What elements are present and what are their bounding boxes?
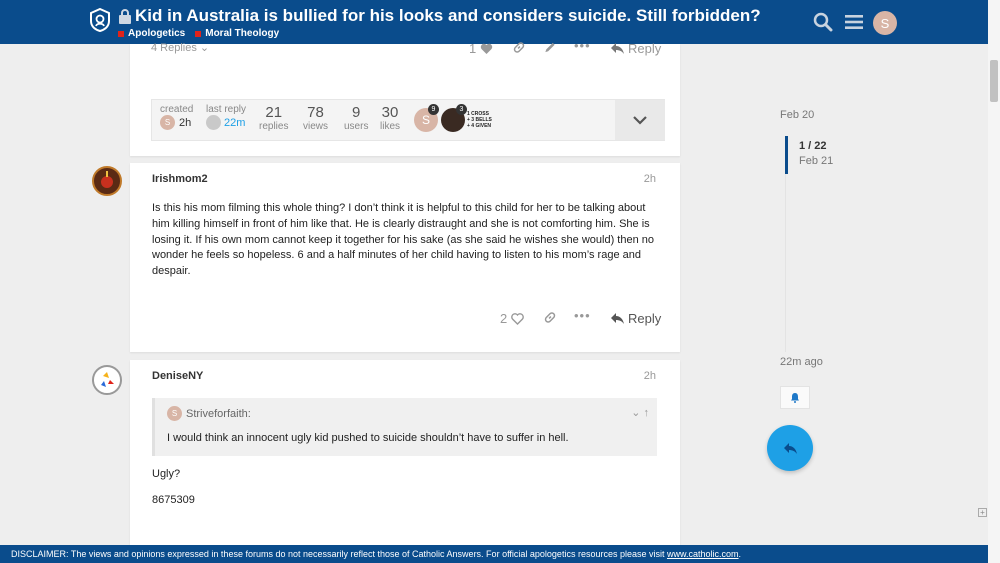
category-badge-moral-theology[interactable]: Moral Theology [195,28,279,39]
hamburger-menu-icon[interactable] [844,12,864,32]
stat-number: 30 [381,104,399,121]
like-button[interactable]: 2 [500,311,525,326]
chevron-down-icon [633,115,647,125]
heart-outline-icon [511,312,525,325]
post-age[interactable]: 2h [644,370,656,382]
last-replier-avatar [206,115,221,130]
stat-users: 9 users [344,104,368,132]
disclaimer-text: DISCLAIMER: The views and opinions expre… [11,549,665,559]
created-time: 2h [179,116,192,129]
topic-title[interactable]: Kid in Australia is bullied for his look… [135,6,761,26]
link-icon[interactable] [543,311,557,324]
creator-avatar[interactable]: S [160,115,175,130]
last-reply-info[interactable]: last reply 22m [206,104,246,130]
post-card: Irishmom2 2h Is this his mom filming thi… [130,163,680,352]
more-options-icon[interactable]: ••• [574,38,591,53]
bell-icon [791,393,799,403]
replies-toggle[interactable]: 4 Replies ⌄ [151,41,209,54]
post-username[interactable]: DeniseNY [152,370,203,382]
post-count-badge: 3 [456,104,467,115]
category-badge-apologetics[interactable]: Apologetics [118,28,185,39]
stat-replies: 21 replies [259,104,288,132]
post-avatar-deniseny[interactable] [92,365,122,395]
post-body: Is this his mom filming this whole thing… [152,202,654,278]
reply-button[interactable]: Reply [611,41,661,56]
reply-button[interactable]: Reply [611,311,661,326]
timeline-position: 1 / 22 [799,140,827,152]
post-card: DeniseNY 2h S Striveforfaith: ⌄ ↑ I woul… [130,360,680,550]
reply-label: Reply [628,41,662,56]
stat-label: likes [380,121,401,132]
quote-jump-up-icon[interactable]: ↑ [644,407,650,419]
stat-label: replies [259,121,289,132]
post-card: 4 Replies ⌄ 1 ••• Reply created S 2h last… [130,38,680,156]
quote-controls: ⌄ ↑ [631,406,649,419]
more-options-icon[interactable]: ••• [574,308,591,323]
quote-header: S Striveforfaith: [167,406,251,421]
reply-arrow-icon [611,313,624,324]
disclaimer-footer: DISCLAIMER: The views and opinions expre… [0,545,988,563]
catholic-link[interactable]: www.catholic.com [667,549,739,559]
notification-bell-button[interactable] [780,386,810,409]
steelers-logo-icon [101,372,114,387]
edit-icon[interactable] [543,41,557,54]
stat-number: 78 [307,104,324,121]
reply-arrow-icon [783,442,797,454]
badge-line: + 4 GIVEN [467,123,492,129]
stat-number: 9 [352,104,361,121]
search-icon[interactable] [813,12,833,32]
timeline-handle[interactable] [785,136,788,174]
reply-fab-button[interactable] [767,425,813,471]
quote-author: Striveforfaith: [186,407,251,420]
like-count: 1 [469,41,477,56]
post-text-line: 8675309 [152,494,195,506]
post-avatar-irishmom2[interactable] [92,166,122,196]
timeline-start-date[interactable]: Feb 20 [780,109,814,121]
page-scrollbar[interactable] [988,0,1000,563]
expand-topic-map-button[interactable] [615,100,665,140]
participant-badge-text: 1 CROSS + 3 BELLS + 4 GIVEN [467,111,492,129]
link-icon[interactable] [512,41,526,54]
user-avatar[interactable]: S [873,11,897,35]
post-age[interactable]: 2h [644,173,656,185]
category-color-square [118,30,124,37]
post-text-line: Ugly? [152,468,181,480]
lock-icon [119,9,131,24]
timeline-last-activity[interactable]: 22m ago [780,356,823,368]
like-count: 2 [500,311,508,326]
stat-label: views [303,121,329,132]
quote-expand-icon[interactable]: ⌄ [631,407,640,419]
like-button[interactable]: 1 [469,41,493,56]
quote-author-avatar[interactable]: S [167,406,182,421]
site-logo-icon[interactable] [90,8,110,32]
stat-views: 78 views [303,104,328,132]
category-color-square [195,30,202,37]
last-reply-time: 22m [224,116,246,129]
scrollbar-thumb[interactable] [990,60,998,102]
sacred-heart-avatar-icon [101,171,113,188]
reply-arrow-icon [611,43,624,54]
category-label: Moral Theology [205,28,280,39]
post-actions: 4 Replies ⌄ 1 ••• Reply [130,38,680,58]
heart-icon [481,43,493,54]
disclaimer-end: . [738,549,742,559]
quote-block: S Striveforfaith: ⌄ ↑ I would think an i… [152,398,657,456]
site-header: Kid in Australia is bullied for his look… [0,0,988,44]
quote-text: I would think an innocent ugly kid pushe… [167,432,569,444]
expand-square-icon[interactable]: + [978,508,987,517]
timeline-position-date: Feb 21 [799,155,834,167]
post-count-badge: 9 [428,104,439,115]
replies-label: 4 Replies [151,42,197,54]
stat-likes: 30 likes [380,104,400,132]
last-reply-label: last reply [206,104,247,115]
created-label: created [160,104,194,115]
created-info: created S 2h [160,104,193,130]
category-label: Apologetics [128,28,186,39]
post-username[interactable]: Irishmom2 [152,173,208,185]
stat-label: users [344,121,369,132]
stat-number: 21 [265,104,283,121]
reply-label: Reply [628,311,662,326]
topic-map-summary: created S 2h last reply 22m 21 replies 78 v… [151,99,665,141]
